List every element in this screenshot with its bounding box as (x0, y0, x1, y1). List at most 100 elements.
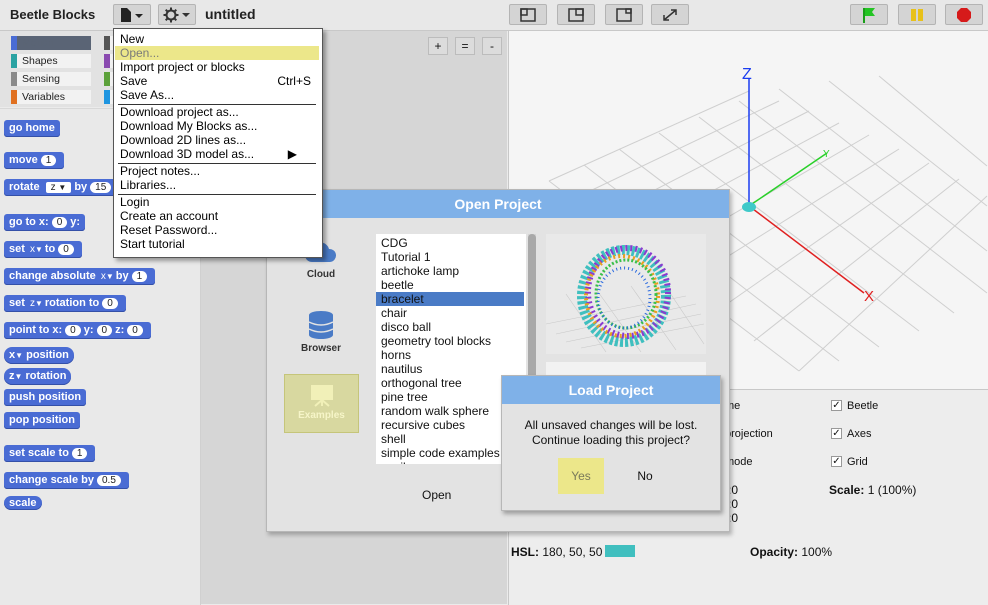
y-axis-label: Y (823, 149, 830, 160)
list-item[interactable]: geometry tool blocks (376, 334, 524, 348)
block-input[interactable]: 1 (40, 155, 57, 166)
zoom-reset-button[interactable]: = (455, 37, 475, 55)
menu-item-project-notes[interactable]: Project notes... (115, 164, 319, 178)
block-input[interactable]: 1 (131, 271, 148, 282)
zoom-in-button[interactable]: + (428, 37, 448, 55)
block-label: scale (9, 497, 37, 509)
menu-item-download-3d[interactable]: Download 3D model as... ▶ (115, 147, 319, 161)
menu-item-download-project[interactable]: Download project as... (115, 105, 319, 119)
stop-icon (957, 7, 971, 22)
block-point-to[interactable]: point to x: 0 y: 0 z: 0 (4, 322, 151, 339)
block-move[interactable]: move 1 (4, 152, 65, 169)
block-label: set scale to (9, 447, 69, 459)
menu-item-label: Download 3D model as... (120, 147, 255, 161)
block-label: rotation (25, 370, 67, 382)
list-item[interactable]: CDG (376, 236, 524, 250)
block-input[interactable]: 0 (96, 325, 113, 336)
menu-item-start-tutorial[interactable]: Start tutorial (115, 237, 319, 251)
block-input[interactable]: 1 (71, 448, 88, 459)
menu-item-new[interactable]: New (115, 32, 319, 46)
category-swatch (11, 90, 17, 104)
grid-checkbox[interactable]: ✓ (831, 456, 842, 467)
block-input[interactable]: z (51, 182, 56, 193)
no-button[interactable]: No (622, 458, 668, 494)
block-set[interactable]: set x▼ to 0 (4, 241, 82, 258)
menu-item-save[interactable]: Save Ctrl+S (115, 74, 319, 88)
load-project-dialog: Load Project All unsaved changes will be… (501, 375, 721, 511)
pause-button[interactable] (898, 4, 936, 25)
scale-value: 1 (100%) (867, 483, 917, 497)
block-input[interactable]: 0 (51, 217, 68, 228)
list-item[interactable]: disco ball (376, 320, 524, 334)
menu-item-open[interactable]: Open... (115, 46, 319, 60)
block-go-home[interactable]: go home (4, 120, 60, 137)
beetle-checkbox[interactable]: ✓ (831, 400, 842, 411)
list-item[interactable]: chair (376, 306, 524, 320)
opacity-label: Opacity: (750, 545, 799, 559)
list-item[interactable]: nautilus (376, 362, 524, 376)
scale-label: Scale: (829, 483, 865, 497)
list-item[interactable]: horns (376, 348, 524, 362)
category-variables[interactable]: Variables (11, 90, 91, 104)
open-button[interactable]: Open (422, 488, 451, 502)
block-rotation-reporter[interactable]: z▼ rotation (4, 368, 72, 385)
axes-checkbox[interactable]: ✓ (831, 428, 842, 439)
category-label: Motion (22, 37, 54, 49)
green-flag-button[interactable] (850, 4, 888, 25)
block-go-to[interactable]: go to x: 0 y: (4, 214, 86, 231)
scrollbar-thumb[interactable] (528, 234, 536, 384)
list-item-selected[interactable]: bracelet (376, 292, 524, 306)
block-change-absolute[interactable]: change absolute x▼ by 1 (4, 268, 156, 285)
block-label: push position (9, 391, 82, 403)
block-change-scale[interactable]: change scale by 0.5 (4, 472, 129, 489)
zoom-out-button[interactable]: - (482, 37, 502, 55)
pause-icon (911, 8, 923, 21)
normal-stage-button[interactable] (509, 4, 547, 25)
stop-button[interactable] (945, 4, 983, 25)
menu-item-save-as[interactable]: Save As... (115, 88, 319, 102)
menu-item-libraries[interactable]: Libraries... (115, 178, 319, 192)
block-input[interactable]: 15 (90, 182, 112, 193)
menu-item-download-2d[interactable]: Download 2D lines as... (115, 133, 319, 147)
block-push-position[interactable]: push position (4, 389, 87, 406)
block-input[interactable]: 0 (102, 298, 118, 309)
stage-small-button[interactable] (605, 4, 643, 25)
menu-item-import[interactable]: Import project or blocks (115, 60, 319, 74)
menu-item-create-account[interactable]: Create an account (115, 209, 319, 223)
dialog-message-line1: All unsaved changes will be lost. (524, 418, 698, 432)
settings-menu-button[interactable] (158, 4, 196, 25)
block-pop-position[interactable]: pop position (4, 412, 80, 429)
yes-button[interactable]: Yes (558, 458, 604, 494)
list-item[interactable]: Tutorial 1 (376, 250, 524, 264)
source-browser[interactable]: Browser (297, 310, 345, 354)
fullscreen-button[interactable] (651, 4, 689, 25)
block-input[interactable]: 0 (58, 244, 74, 255)
category-swatch (11, 72, 17, 86)
block-rotate[interactable]: rotate z ▼ by 15 (4, 179, 120, 196)
menu-item-reset-password[interactable]: Reset Password... (115, 223, 319, 237)
stage-large-button[interactable] (557, 4, 595, 25)
list-item[interactable]: artichoke lamp (376, 264, 524, 278)
x-axis-line (748, 205, 865, 294)
block-label: change absolute (9, 270, 96, 282)
layout-normal-icon (520, 7, 536, 22)
block-input[interactable]: 0.5 (97, 475, 121, 486)
list-item[interactable]: beetle (376, 278, 524, 292)
block-set-rotation[interactable]: set z▼ rotation to 0 (4, 295, 126, 312)
block-set-scale[interactable]: set scale to 1 (4, 445, 96, 462)
category-shapes[interactable]: Shapes (11, 54, 91, 68)
hsl-color-swatch[interactable] (605, 545, 635, 557)
category-motion[interactable]: Motion (11, 36, 91, 50)
block-scale-reporter[interactable]: scale (4, 496, 42, 510)
file-menu-button[interactable] (113, 4, 151, 25)
block-label: set (9, 243, 25, 255)
block-input[interactable]: 0 (127, 325, 143, 336)
block-label: y: (83, 324, 94, 336)
source-examples[interactable]: Examples (284, 374, 359, 433)
block-position-reporter[interactable]: x▼ position (4, 347, 74, 364)
hsl-readout: HSL: 180, 50, 50 (511, 545, 602, 559)
block-input[interactable]: 0 (65, 325, 81, 336)
menu-item-login[interactable]: Login (115, 195, 319, 209)
menu-item-download-blocks[interactable]: Download My Blocks as... (115, 119, 319, 133)
category-sensing[interactable]: Sensing (11, 72, 91, 86)
